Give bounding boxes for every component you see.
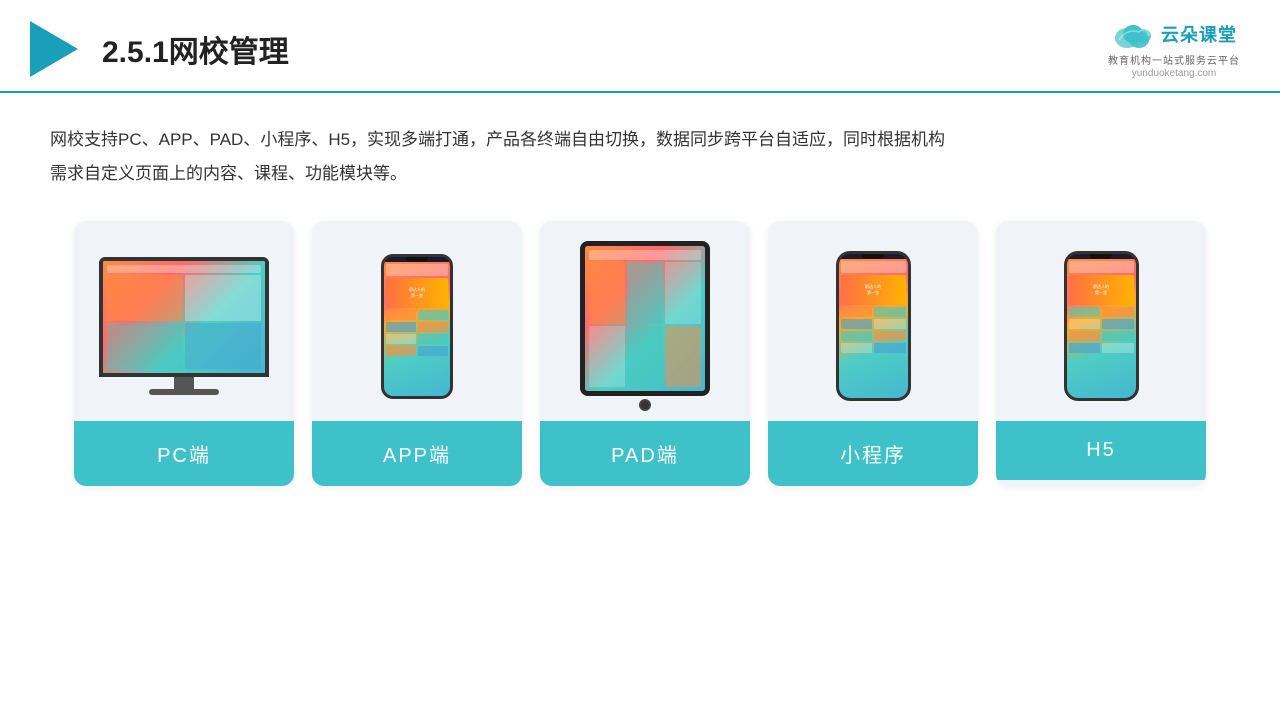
card-h5: 职达人的第一堂 <box>996 221 1206 486</box>
card-app: 职达人的第一堂 <box>312 221 522 486</box>
device-phone-h5: 职达人的第一堂 <box>1064 251 1139 401</box>
device-pc <box>99 257 269 395</box>
card-app-image: 职达人的第一堂 <box>312 221 522 421</box>
phone-screen-h5: 职达人的第一堂 <box>1067 259 1136 398</box>
brand-area: 云朵课堂 教育机构一站式服务云平台 yunduoketang.com <box>1108 18 1240 79</box>
phone-body-miniapp: 职达人的第一堂 <box>836 251 911 401</box>
phone-screen-miniapp: 职达人的第一堂 <box>839 259 908 398</box>
card-h5-image: 职达人的第一堂 <box>996 221 1206 421</box>
header-left: 2.5.1网校管理 <box>30 21 289 77</box>
cards-container: PC端 职达人的第一堂 <box>50 221 1230 486</box>
phone-header-h5 <box>1069 261 1134 273</box>
card-app-label: APP端 <box>312 421 522 486</box>
phone-img-app: 职达人的第一堂 <box>386 278 448 308</box>
brand-name: 云朵课堂 <box>1161 21 1237 47</box>
phone-img-h5: 职达人的第一堂 <box>1069 275 1134 305</box>
page-title: 2.5.1网校管理 <box>102 27 289 71</box>
tablet-bar <box>589 250 701 260</box>
tablet-home-button <box>639 399 651 411</box>
pc-base <box>149 389 219 395</box>
description-text: 网校支持PC、APP、PAD、小程序、H5，实现多端打通，产品各终端自由切换，数… <box>50 123 1230 191</box>
phone-body-h5: 职达人的第一堂 <box>1064 251 1139 401</box>
pc-screen-bar <box>107 265 261 273</box>
brand-subtitle: 教育机构一站式服务云平台 <box>1108 52 1240 67</box>
card-miniapp-label: 小程序 <box>768 421 978 486</box>
pc-neck <box>174 377 194 389</box>
card-pad-label: PAD端 <box>540 421 750 486</box>
phone-screen-app: 职达人的第一堂 <box>384 262 450 396</box>
pc-block-1 <box>107 275 183 321</box>
card-miniapp: 职达人的第一堂 <box>768 221 978 486</box>
brand-domain: yunduoketang.com <box>1132 68 1217 79</box>
header: 2.5.1网校管理 云朵课堂 教育机构一站式服务云平台 yunduoketang… <box>0 0 1280 93</box>
card-pc-image <box>74 221 294 421</box>
pc-screen-content <box>107 275 261 369</box>
phone-img-miniapp: 职达人的第一堂 <box>841 275 906 305</box>
phone-header-app <box>386 264 448 276</box>
pc-monitor <box>99 257 269 377</box>
pc-block-4 <box>185 323 261 369</box>
card-miniapp-image: 职达人的第一堂 <box>768 221 978 421</box>
pc-block-2 <box>185 275 261 321</box>
pc-screen <box>103 261 265 373</box>
card-pc-label: PC端 <box>74 421 294 486</box>
tablet-grid <box>589 262 701 387</box>
card-h5-label: H5 <box>996 421 1206 480</box>
main-content: 网校支持PC、APP、PAD、小程序、H5，实现多端打通，产品各终端自由切换，数… <box>0 93 1280 506</box>
tablet-body <box>580 241 710 396</box>
logo-icon <box>30 21 78 77</box>
device-phone-app: 职达人的第一堂 <box>381 254 453 399</box>
cloud-icon <box>1111 18 1155 50</box>
tablet-screen <box>585 246 705 391</box>
card-pad-image <box>540 221 750 421</box>
phone-body-app: 职达人的第一堂 <box>381 254 453 399</box>
phone-header-miniapp <box>841 261 906 273</box>
phone-notch-h5 <box>1090 254 1112 259</box>
card-pad: PAD端 <box>540 221 750 486</box>
card-pc: PC端 <box>74 221 294 486</box>
pc-block-3 <box>107 323 183 369</box>
device-tablet <box>580 241 710 411</box>
brand-logo: 云朵课堂 <box>1111 18 1237 50</box>
device-phone-miniapp: 职达人的第一堂 <box>836 251 911 401</box>
phone-notch-app <box>406 257 428 262</box>
phone-notch-miniapp <box>862 254 884 259</box>
